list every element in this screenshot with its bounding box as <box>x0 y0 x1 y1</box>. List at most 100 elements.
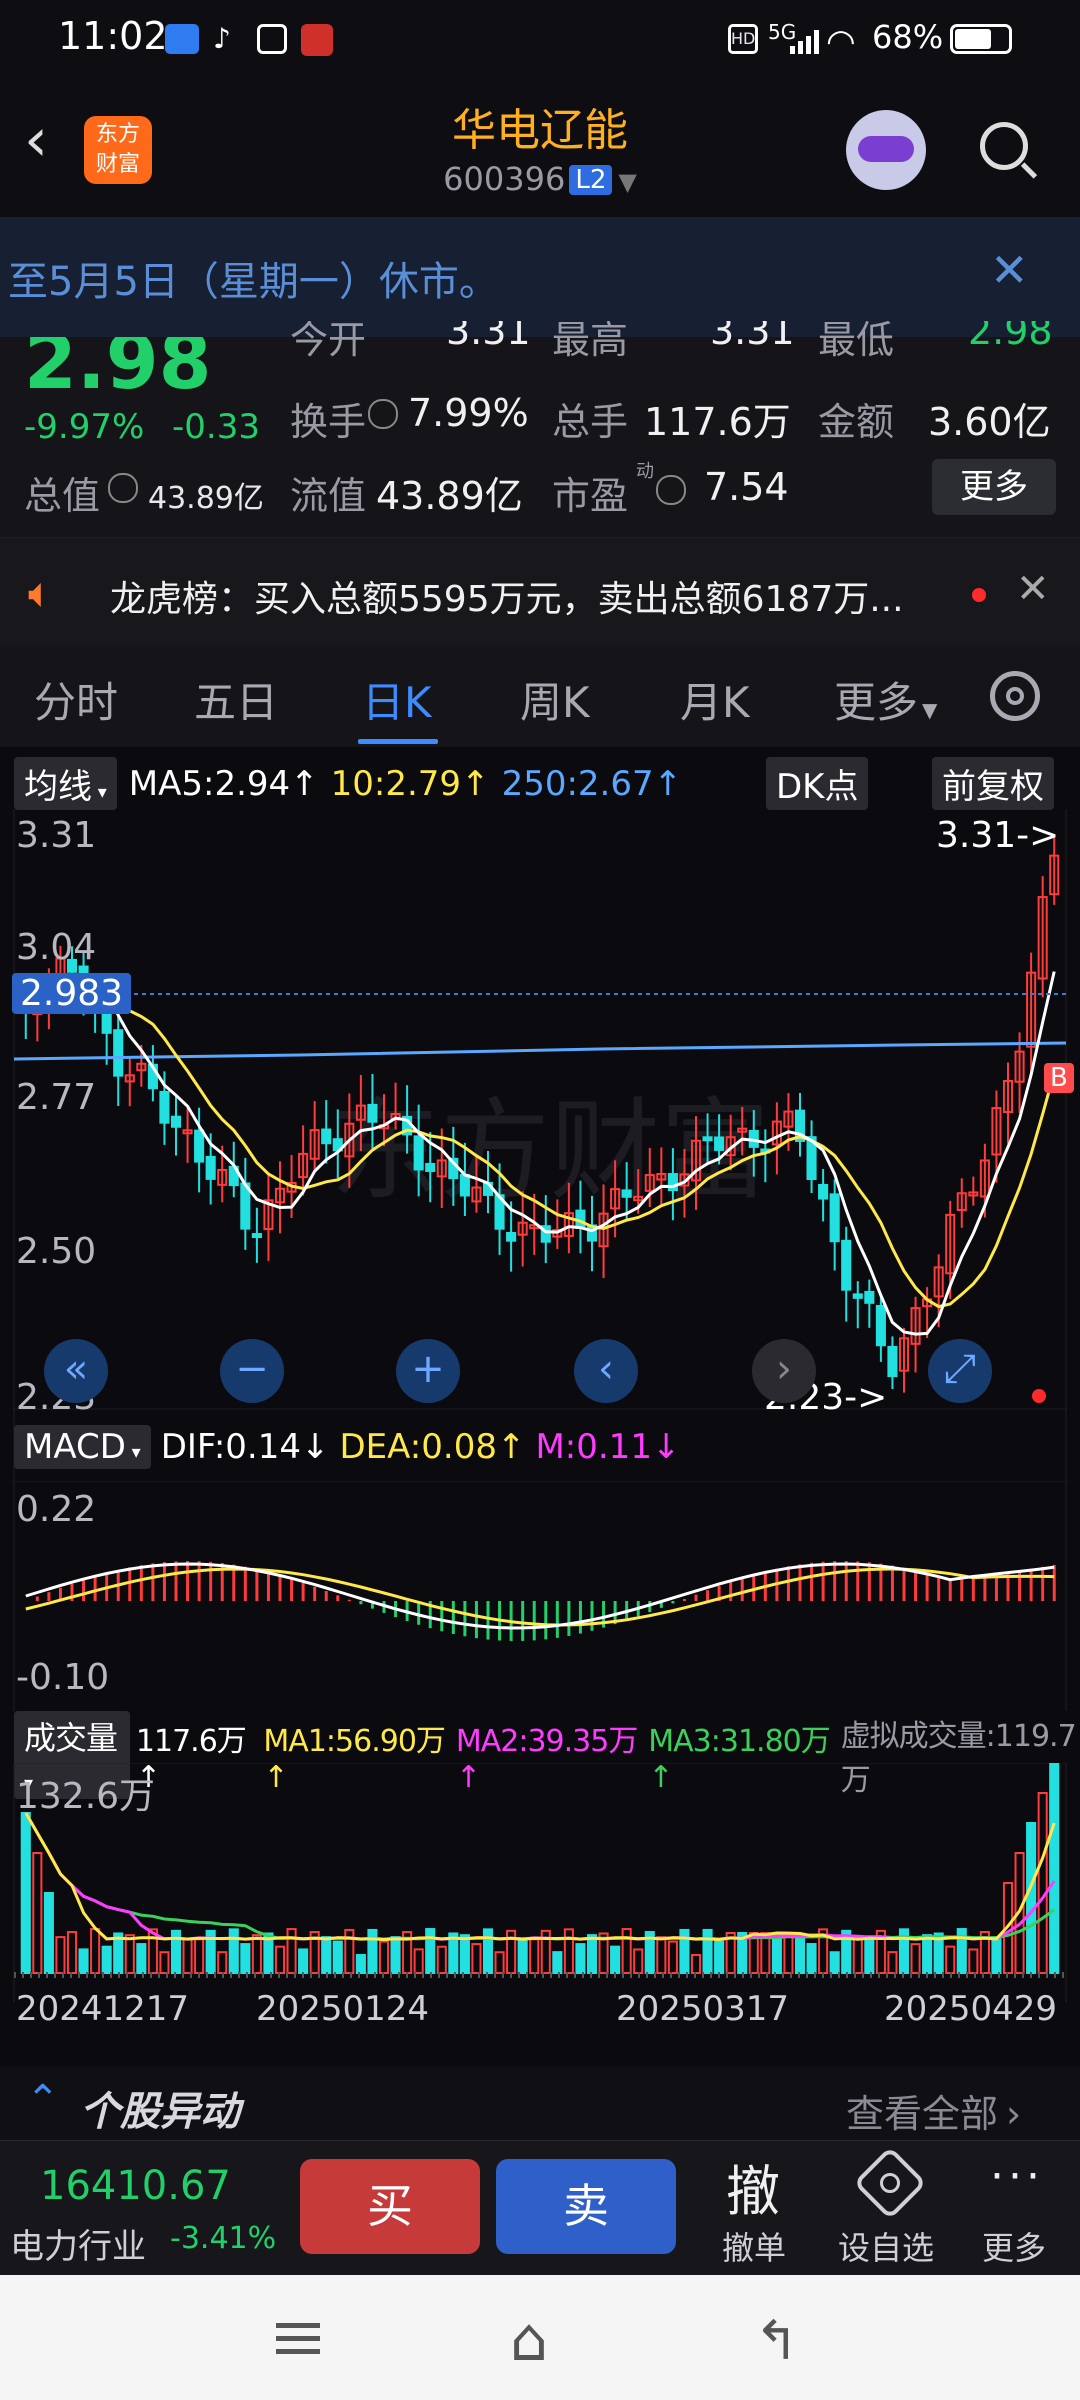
candle-body <box>621 1189 632 1198</box>
fullscreen-icon[interactable]: ⤢ <box>928 1339 992 1403</box>
market-closed-notice: 至5月5日（星期一）休市。 ✕ <box>0 217 1080 337</box>
home-icon[interactable]: ⌂ <box>510 2305 548 2375</box>
section-title: 个股异动 <box>80 2089 240 2135</box>
info-icon[interactable] <box>108 473 138 503</box>
more-dots-icon[interactable]: ··· <box>990 2151 1044 2202</box>
zoom-in-icon[interactable]: + <box>396 1339 460 1403</box>
dea-legend: DEA:0.08↑ <box>339 1427 526 1467</box>
active-tab-indicator <box>358 739 438 744</box>
tab-five-day[interactable]: 五日 <box>194 669 278 730</box>
zoom-out-icon[interactable]: − <box>220 1339 284 1403</box>
close-icon[interactable]: ✕ <box>1016 566 1050 612</box>
open-value: 3.31 <box>446 321 531 353</box>
info-icon[interactable] <box>368 399 398 429</box>
info-icon[interactable] <box>656 475 686 505</box>
ma-selector[interactable]: 均线 ▾ <box>14 757 117 810</box>
add-watchlist-label[interactable]: 设自选 <box>838 2223 934 2269</box>
scroll-left-fast-icon[interactable]: « <box>44 1339 108 1403</box>
volume-bar <box>355 1953 366 1975</box>
candle-body <box>506 1231 517 1242</box>
volume-bar <box>136 1943 147 1974</box>
volume-bar <box>702 1928 713 1974</box>
volume-bar <box>910 1943 921 1975</box>
dea-line <box>25 1567 1055 1627</box>
macd-y-bottom: -0.10 <box>16 1657 110 1698</box>
add-watchlist-icon[interactable] <box>853 2146 927 2220</box>
volume-bar <box>991 1936 1002 1974</box>
chevron-up-icon[interactable]: ⌃ <box>26 2077 60 2123</box>
volume-bar <box>78 1948 89 1974</box>
pe-value: 7.54 <box>704 465 789 509</box>
candle-body <box>841 1239 852 1291</box>
volume-label: 总手 <box>552 400 629 444</box>
volume-bar <box>32 1852 43 1974</box>
candle-body <box>194 1129 205 1163</box>
candle-body <box>251 1233 262 1239</box>
gear-icon[interactable] <box>990 671 1040 721</box>
tab-intraday[interactable]: 分时 <box>34 669 118 730</box>
notice-text: 至5月5日（星期一）休市。 <box>8 259 499 305</box>
bottom-action-bar: 16410.67 电力行业 -3.41% 买 卖 撤 撤单 设自选 ··· 更多 <box>0 2140 1080 2276</box>
change-amount: -0.33 <box>172 407 260 447</box>
scroll-right-icon[interactable]: › <box>752 1339 816 1403</box>
volume-svg[interactable] <box>0 1763 1080 2003</box>
dk-point-button[interactable]: DK点 <box>766 757 869 810</box>
volume-value: 117.6万 <box>644 400 791 444</box>
date-label-2: 20250124 <box>256 1989 430 2029</box>
macd-svg[interactable] <box>0 1481 1080 1711</box>
volume-bar <box>575 1943 586 1974</box>
buy-button[interactable]: 买 <box>300 2159 480 2254</box>
more-label[interactable]: 更多 <box>982 2223 1046 2269</box>
view-all-link[interactable]: 查看全部 › <box>846 2083 1021 2138</box>
total-cap-value: 43.89亿 <box>148 481 264 516</box>
volume-bar <box>286 1928 297 1974</box>
candle-body <box>829 1193 840 1243</box>
volume-bar <box>20 1812 31 1974</box>
volume-bar <box>968 1948 979 1974</box>
volume-bar <box>332 1940 343 1974</box>
volume-bar <box>274 1945 286 1975</box>
cancel-order-icon[interactable]: 撤 <box>726 2147 780 2226</box>
unread-dot <box>972 588 986 602</box>
industry-name[interactable]: 电力行业 <box>10 2219 146 2268</box>
turnover-value: 7.99% <box>408 391 529 435</box>
close-icon[interactable]: ✕ <box>990 243 1029 297</box>
back-icon[interactable]: ↰ <box>754 2309 799 2372</box>
tab-daily-k[interactable]: 日K <box>362 669 432 730</box>
realtime-dot <box>1032 1389 1046 1403</box>
adjust-button[interactable]: 前复权 <box>932 757 1054 810</box>
change-percent: -9.97% <box>24 407 145 447</box>
ma250-legend: 250:2.67↑ <box>501 763 683 804</box>
search-icon[interactable] <box>980 122 1028 170</box>
robot-assistant-icon[interactable] <box>846 110 926 190</box>
volume-bar <box>367 1928 378 1974</box>
volume-bar <box>563 1928 574 1975</box>
caret-down-icon: ▼ <box>922 698 938 722</box>
date-label-4: 20250429 <box>884 1989 1058 2029</box>
menu-icon[interactable] <box>276 2323 320 2354</box>
volume-bar <box>1026 1822 1037 1974</box>
more-stats-button[interactable]: 更多 <box>932 459 1056 515</box>
volume-bar <box>887 1951 898 1975</box>
level2-badge: L2 <box>569 165 613 195</box>
date-label-1: 20241217 <box>16 1989 190 2029</box>
dragon-tiger-list-bar[interactable]: 🔈︎ 龙虎榜：买入总额5595万元，卖出总额6187万... ✕ <box>0 537 1080 648</box>
cancel-order-label[interactable]: 撤单 <box>722 2223 786 2269</box>
volume-bar <box>413 1948 424 1975</box>
scroll-left-icon[interactable]: ‹ <box>574 1339 638 1403</box>
tab-more[interactable]: 更多 ▼ <box>834 669 937 730</box>
sell-button[interactable]: 卖 <box>496 2159 676 2254</box>
notification-icons: ♪ <box>165 24 333 56</box>
calendar-icon <box>257 24 287 54</box>
ma10-legend: 10:2.79↑ <box>330 763 490 804</box>
shopping-icon <box>301 24 333 56</box>
tab-monthly-k[interactable]: 月K <box>680 669 750 730</box>
battery-percent: 68% <box>872 18 944 56</box>
status-bar: 11:02 ♪ HD 5G ◠ 68% <box>0 0 1080 82</box>
volume-bar <box>667 1940 678 1974</box>
stock-movement-section: ⌃ 个股异动 查看全部 › <box>0 2067 1080 2140</box>
tab-weekly-k[interactable]: 周K <box>520 669 590 730</box>
float-cap-value: 43.89亿 <box>376 474 523 518</box>
macd-selector[interactable]: MACD ▾ <box>14 1425 151 1469</box>
ma5-legend: MA5:2.94↑ <box>128 763 319 804</box>
